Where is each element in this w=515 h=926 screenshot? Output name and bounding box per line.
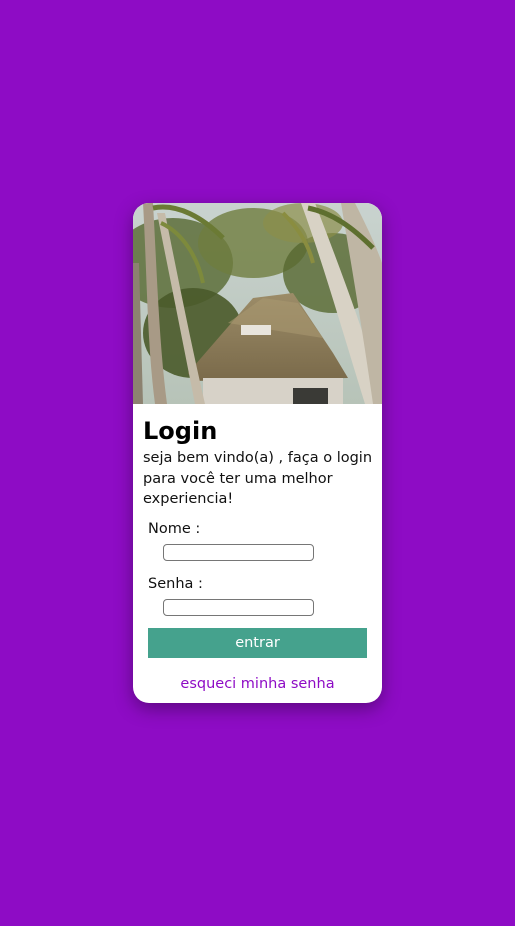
page-title: Login [143,417,218,445]
login-content: Login seja bem vindo(a) , faça o login p… [143,417,375,510]
hero-image [133,203,382,404]
forgot-password-link[interactable]: esqueci minha senha [133,676,382,692]
password-label: Senha : [148,576,203,592]
login-button[interactable]: entrar [148,628,367,658]
login-card: Login seja bem vindo(a) , faça o login p… [133,203,382,703]
name-label: Nome : [148,521,201,537]
name-field[interactable] [163,544,314,561]
password-field[interactable] [163,599,314,616]
welcome-text: seja bem vindo(a) , faça o login para vo… [143,450,373,507]
